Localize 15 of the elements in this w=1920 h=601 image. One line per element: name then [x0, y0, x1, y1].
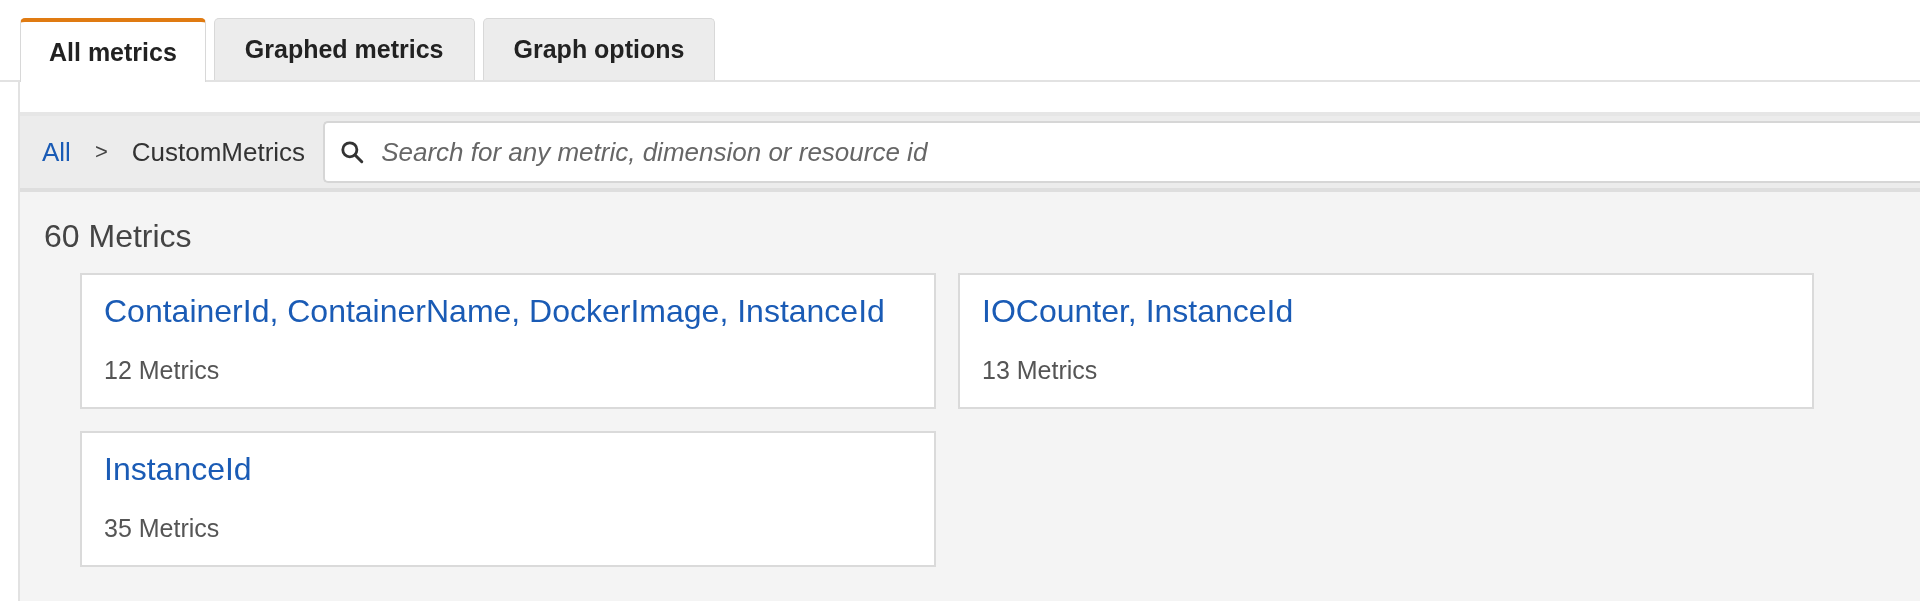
search-icon [339, 139, 366, 165]
metric-group-link[interactable]: ContainerId, ContainerName, DockerImage, InstanceId [104, 293, 885, 330]
metric-group-link[interactable]: InstanceId [104, 451, 252, 488]
breadcrumb-link[interactable]: All [42, 136, 71, 168]
tab[interactable]: Graph options [482, 18, 716, 80]
metric-group-count: 12 Metrics [104, 356, 220, 385]
tab[interactable]: All metrics [20, 18, 206, 82]
search-field[interactable]: Search for any metric, dimension or resource id [323, 121, 1920, 183]
metric-count: 60 Metrics [44, 218, 193, 255]
metric-group-count: 35 Metrics [104, 514, 220, 543]
breadcrumb-separator: > [94, 139, 108, 165]
breadcrumb-current: CustomMetrics [131, 136, 306, 168]
tab[interactable]: Graphed metrics [213, 18, 475, 80]
metric-group-count: 13 Metrics [982, 356, 1098, 385]
metric-group-link[interactable]: IOCounter, InstanceId [982, 293, 1294, 330]
